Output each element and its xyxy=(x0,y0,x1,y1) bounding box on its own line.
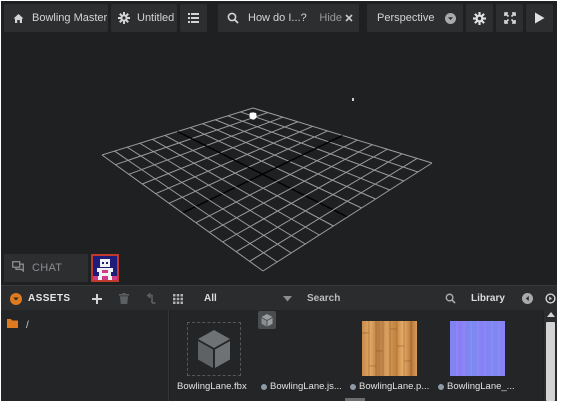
refresh-icon[interactable] xyxy=(545,286,556,311)
project-name: Bowling Master xyxy=(32,12,108,24)
help-search[interactable]: How do I...? Hide xyxy=(218,4,359,32)
scene-viewport[interactable] xyxy=(1,35,557,283)
gear-icon xyxy=(118,12,130,24)
asset-type-dot xyxy=(438,383,444,390)
settings-button[interactable] xyxy=(466,4,493,32)
texture-thumbnail xyxy=(362,321,417,376)
asset-item-fbx[interactable]: BowlingLane.fbx xyxy=(170,310,258,401)
camera-mode-dropdown[interactable]: Perspective xyxy=(367,4,463,32)
texture-thumbnail xyxy=(450,321,505,376)
asset-name: BowlingLane_... xyxy=(438,381,515,392)
library-arrow-icon[interactable] xyxy=(522,286,533,311)
asset-grid: BowlingLane.fbx BowlingLane.js... Bowlin… xyxy=(170,310,543,401)
asset-item-texture[interactable]: BowlingLane.p... xyxy=(350,310,444,401)
fullscreen-button[interactable] xyxy=(496,4,523,32)
avatar[interactable] xyxy=(91,254,119,282)
play-icon xyxy=(534,12,545,24)
asset-search-input[interactable]: Search xyxy=(307,286,340,311)
asset-type-dot xyxy=(350,383,356,390)
library-button[interactable]: Library xyxy=(471,286,505,311)
grid-line xyxy=(222,148,388,243)
asset-item-json[interactable]: BowlingLane.js... xyxy=(258,310,350,401)
asset-name-text: BowlingLane.p... xyxy=(359,381,430,392)
chevron-down-icon xyxy=(445,12,456,24)
cube-icon xyxy=(261,314,273,327)
editor-window: Bowling Master Untitled How do I...? Hid… xyxy=(1,1,557,401)
asset-name: BowlingLane.p... xyxy=(350,381,429,392)
home-icon xyxy=(13,13,24,24)
mouse-cursor xyxy=(352,98,354,101)
grid-line xyxy=(114,150,278,263)
folder-root-item[interactable]: / xyxy=(7,319,29,331)
chat-tab[interactable]: CHAT xyxy=(4,254,88,282)
asset-type-dot xyxy=(261,383,267,390)
ground-grid xyxy=(101,107,433,272)
scroll-up-icon[interactable] xyxy=(547,312,555,317)
chevron-down-icon[interactable] xyxy=(283,286,292,311)
assets-toolbar: ASSETS All Search Library xyxy=(1,285,557,310)
scene-settings-button[interactable]: Untitled xyxy=(111,4,177,32)
add-asset-icon[interactable] xyxy=(92,286,102,311)
hide-help-button[interactable]: Hide xyxy=(319,12,342,24)
help-search-input[interactable]: How do I...? xyxy=(248,12,307,24)
fullscreen-icon xyxy=(503,12,516,24)
grid-view-icon[interactable] xyxy=(173,286,183,311)
asset-item-normalmap[interactable]: BowlingLane_... xyxy=(438,310,538,401)
grid-line xyxy=(101,154,264,272)
hierarchy-toggle-button[interactable] xyxy=(180,4,207,32)
assets-title: ASSETS xyxy=(28,293,71,304)
delete-asset-icon[interactable] xyxy=(119,286,129,311)
asset-filter-dropdown[interactable]: All xyxy=(204,286,217,311)
light-gizmo-icon[interactable] xyxy=(248,108,258,126)
grid-line xyxy=(164,134,334,227)
asset-name: BowlingLane.fbx xyxy=(177,381,247,392)
asset-name-text: BowlingLane.js... xyxy=(270,381,342,392)
chat-icon xyxy=(12,261,24,275)
json-thumbnail xyxy=(258,311,276,329)
camera-mode-value: Perspective xyxy=(377,12,435,24)
scroll-thumb[interactable] xyxy=(546,322,555,401)
asset-name: BowlingLane.js... xyxy=(261,381,342,392)
move-up-icon[interactable] xyxy=(146,286,157,311)
gear-icon xyxy=(473,11,486,25)
search-icon xyxy=(227,12,239,24)
grid-line xyxy=(235,153,403,253)
asset-name-text: BowlingLane_... xyxy=(447,381,515,392)
assets-collapse-icon[interactable] xyxy=(10,286,22,311)
scene-name: Untitled xyxy=(137,12,175,24)
asset-scrollbar[interactable] xyxy=(544,310,557,401)
folder-tree: / xyxy=(1,310,169,401)
chat-label: CHAT xyxy=(32,262,63,274)
model-thumbnail xyxy=(187,322,241,376)
close-icon[interactable] xyxy=(345,14,353,22)
search-icon xyxy=(445,286,456,311)
project-menu-button[interactable]: Bowling Master xyxy=(4,4,108,32)
folder-icon xyxy=(7,319,18,331)
panel-resize-handle[interactable] xyxy=(345,398,365,401)
cube-icon xyxy=(198,330,230,368)
folder-path: / xyxy=(26,319,29,331)
list-icon xyxy=(188,13,199,23)
play-button[interactable] xyxy=(526,4,553,32)
